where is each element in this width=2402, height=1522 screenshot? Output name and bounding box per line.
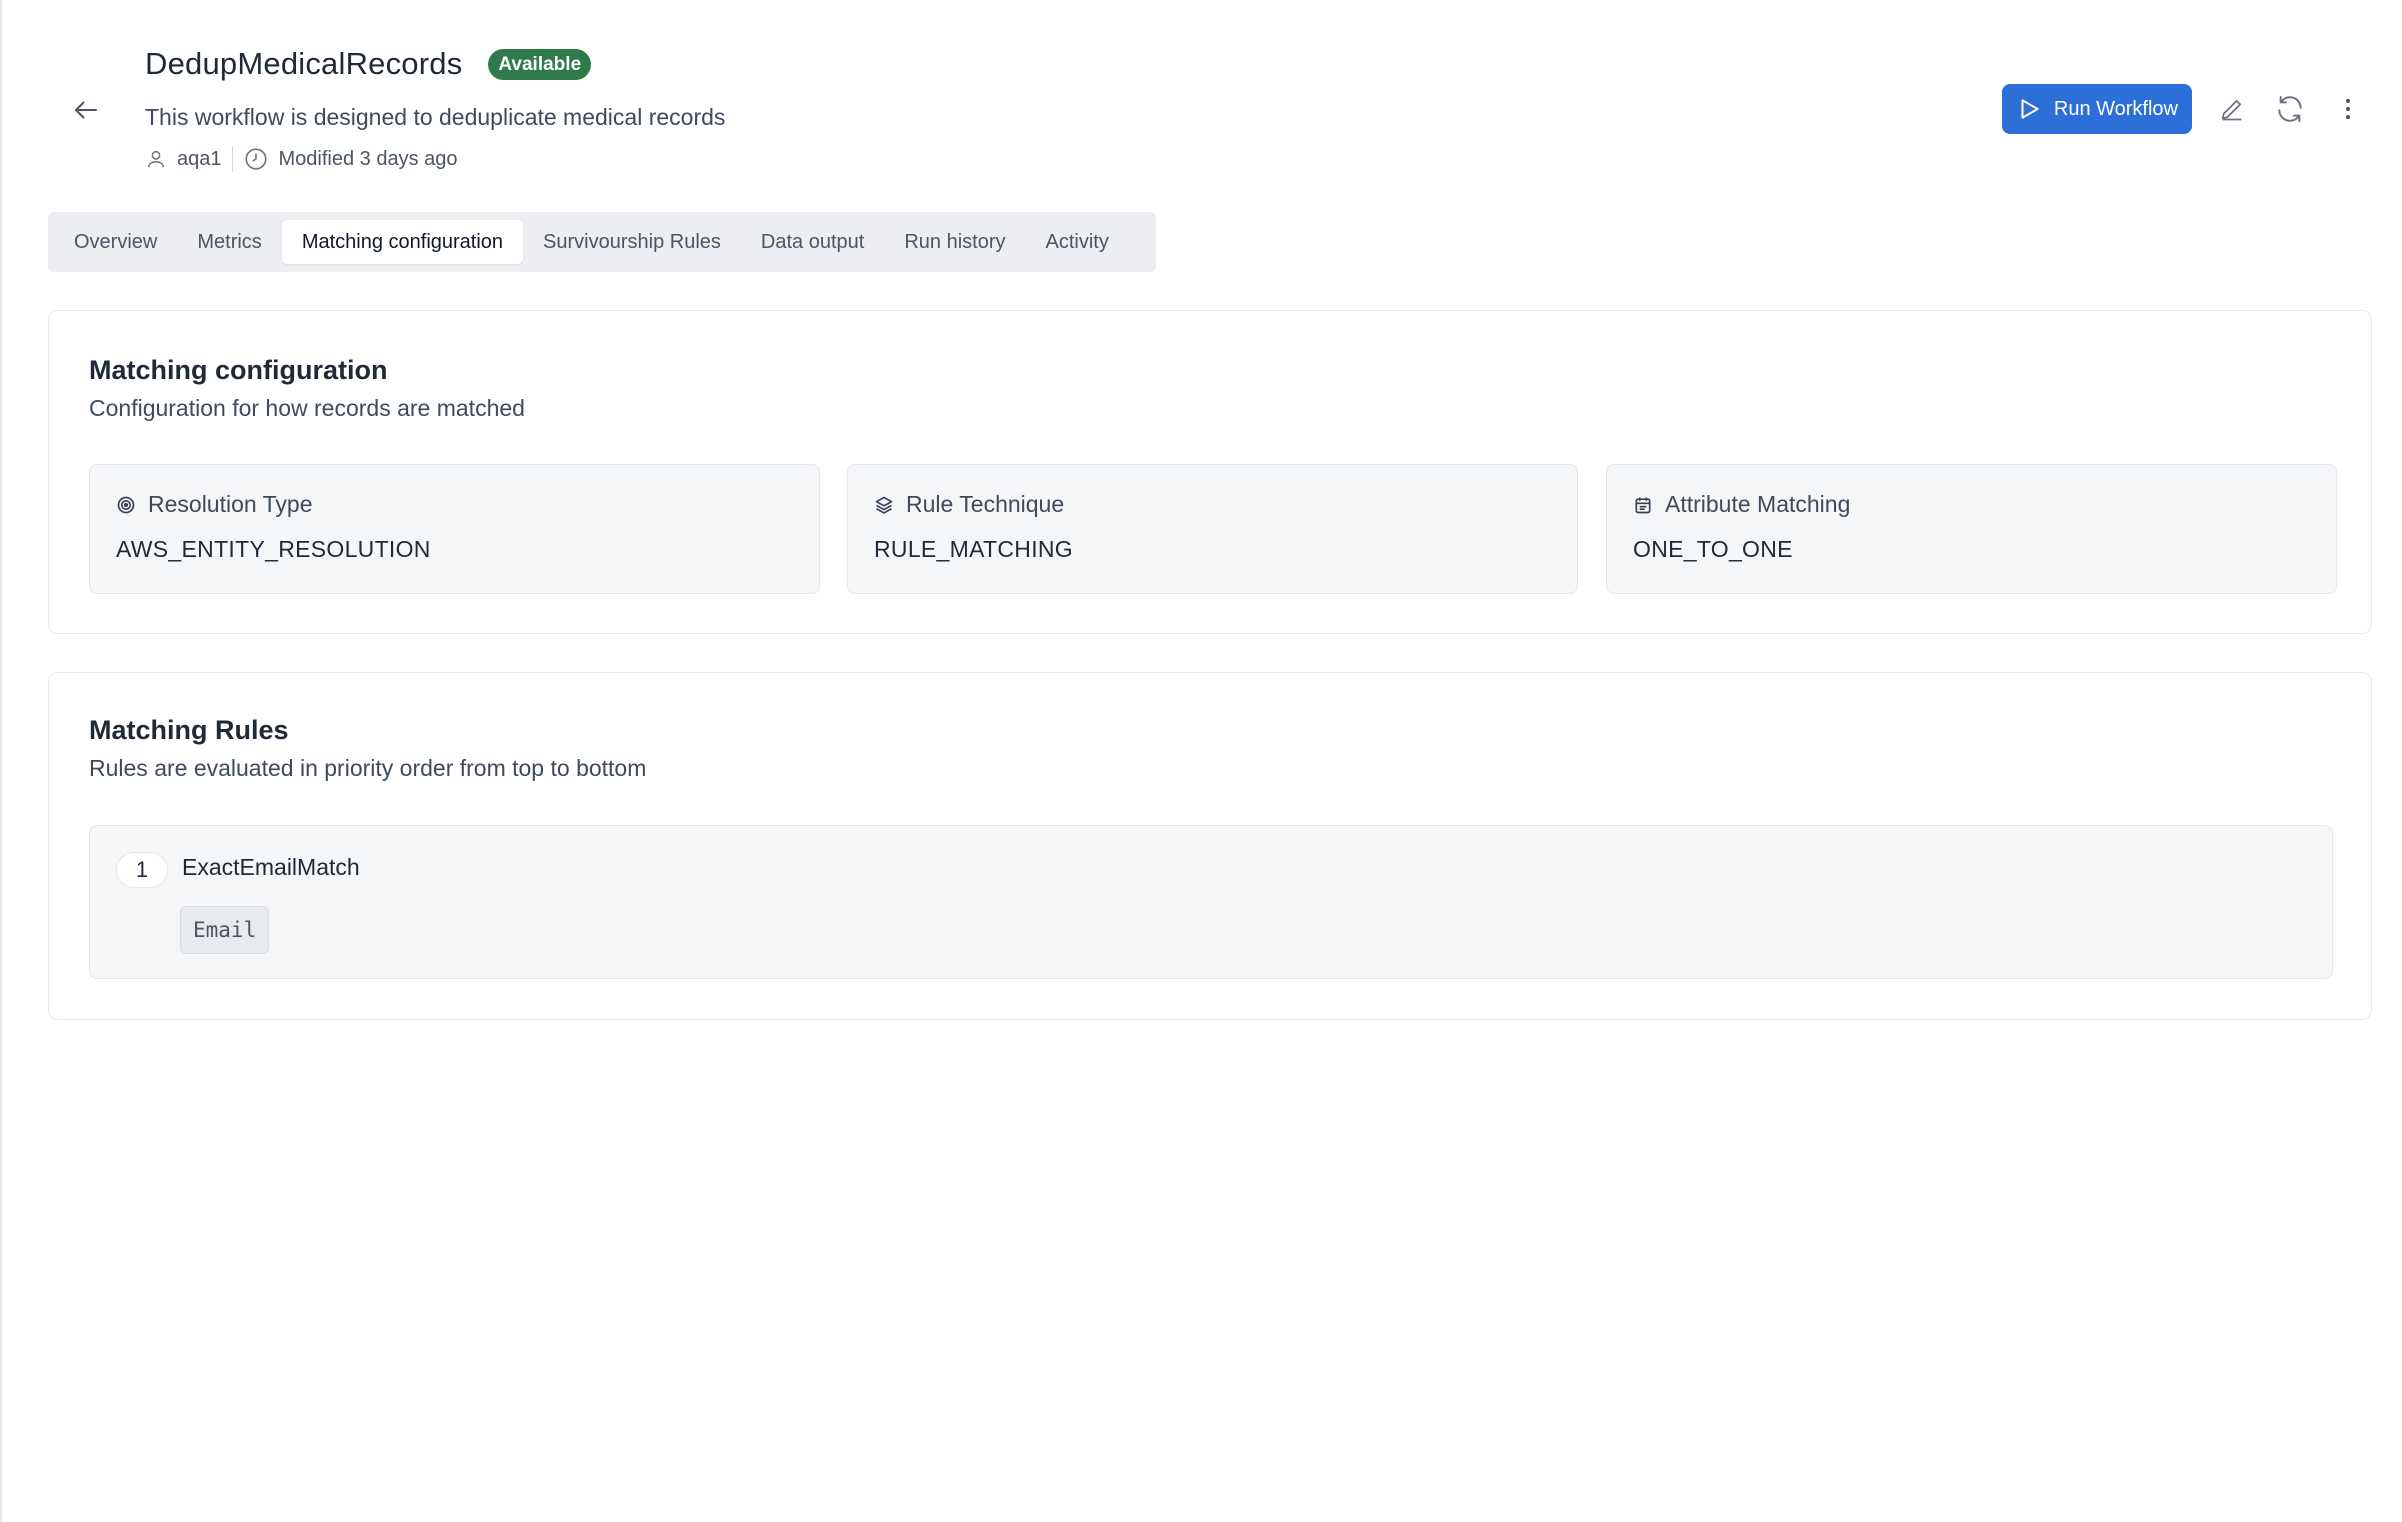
more-options-button[interactable] bbox=[2330, 91, 2366, 127]
workflow-meta: aqa1 Modified 3 days ago bbox=[145, 146, 458, 172]
back-button[interactable] bbox=[66, 90, 106, 130]
attribute-matching-label: Attribute Matching bbox=[1665, 491, 1851, 517]
status-badge: Available bbox=[488, 48, 592, 80]
modified-info: Modified 3 days ago bbox=[243, 146, 458, 172]
header-actions: Run Workflow bbox=[2001, 84, 2366, 134]
pencil-icon bbox=[2221, 99, 2242, 121]
resolution-type-label: Resolution Type bbox=[148, 491, 313, 517]
refresh-icon bbox=[2278, 96, 2302, 122]
tab-bar: Overview Metrics Matching configuration … bbox=[48, 212, 1156, 272]
matching-rules-subtitle: Rules are evaluated in priority order fr… bbox=[89, 755, 647, 781]
resolution-type-box: Resolution Type AWS_ENTITY_RESOLUTION bbox=[89, 464, 820, 594]
rule-technique-box: Rule Technique RULE_MATCHING bbox=[847, 464, 1578, 594]
attribute-matching-box: Attribute Matching ONE_TO_ONE bbox=[1606, 464, 2337, 594]
target-icon bbox=[117, 496, 135, 513]
run-workflow-button[interactable]: Run Workflow bbox=[2001, 84, 2192, 134]
attribute-matching-value: ONE_TO_ONE bbox=[1633, 536, 1793, 562]
calendar-icon bbox=[1635, 497, 1651, 513]
attribute-matching-label-row: Attribute Matching bbox=[1633, 491, 1850, 518]
run-workflow-label: Run Workflow bbox=[2053, 97, 2178, 120]
page-title: DedupMedicalRecords bbox=[145, 46, 463, 81]
refresh-button[interactable] bbox=[2272, 91, 2308, 127]
arrow-left-icon bbox=[75, 101, 97, 119]
tab-survivourship-rules[interactable]: Survivourship Rules bbox=[523, 220, 741, 264]
play-icon bbox=[2021, 99, 2039, 119]
modified-text: Modified 3 days ago bbox=[278, 147, 458, 170]
clock-icon bbox=[244, 148, 267, 170]
owner-name: aqa1 bbox=[177, 147, 222, 170]
meta-divider bbox=[231, 146, 233, 172]
tab-activity[interactable]: Activity bbox=[1025, 220, 1128, 264]
edit-button[interactable] bbox=[2214, 91, 2250, 127]
matching-configuration-title: Matching configuration bbox=[89, 355, 388, 385]
owner-info: aqa1 bbox=[145, 148, 222, 171]
tab-metrics[interactable]: Metrics bbox=[177, 220, 281, 264]
workflow-detail-page: DedupMedicalRecords Available This workf… bbox=[0, 0, 2402, 1522]
matching-rules-title: Matching Rules bbox=[89, 715, 289, 745]
rule-technique-label: Rule Technique bbox=[906, 491, 1065, 517]
more-vertical-icon bbox=[2346, 98, 2350, 120]
tab-data-output[interactable]: Data output bbox=[741, 220, 884, 264]
resolution-type-value: AWS_ENTITY_RESOLUTION bbox=[116, 536, 431, 562]
matching-configuration-subtitle: Configuration for how records are matche… bbox=[89, 395, 525, 421]
rule-technique-label-row: Rule Technique bbox=[874, 491, 1064, 518]
rule-priority-badge: 1 bbox=[116, 852, 168, 888]
rule-technique-value: RULE_MATCHING bbox=[874, 536, 1073, 562]
layers-icon bbox=[875, 496, 893, 514]
title-row: DedupMedicalRecords Available bbox=[145, 46, 592, 82]
resolution-type-label-row: Resolution Type bbox=[116, 491, 313, 518]
workflow-description: This workflow is designed to deduplicate… bbox=[145, 104, 726, 130]
tab-overview[interactable]: Overview bbox=[54, 220, 177, 264]
matching-rules-card: Matching Rules Rules are evaluated in pr… bbox=[48, 672, 2372, 1020]
rule-attribute-chip: Email bbox=[180, 906, 270, 954]
tab-run-history[interactable]: Run history bbox=[884, 220, 1025, 264]
tab-matching-configuration[interactable]: Matching configuration bbox=[281, 220, 524, 264]
rule-name: ExactEmailMatch bbox=[182, 854, 360, 880]
matching-configuration-card: Matching configuration Configuration for… bbox=[48, 310, 2372, 634]
rule-item: 1 ExactEmailMatch Email bbox=[89, 825, 2333, 979]
user-icon bbox=[147, 150, 165, 168]
